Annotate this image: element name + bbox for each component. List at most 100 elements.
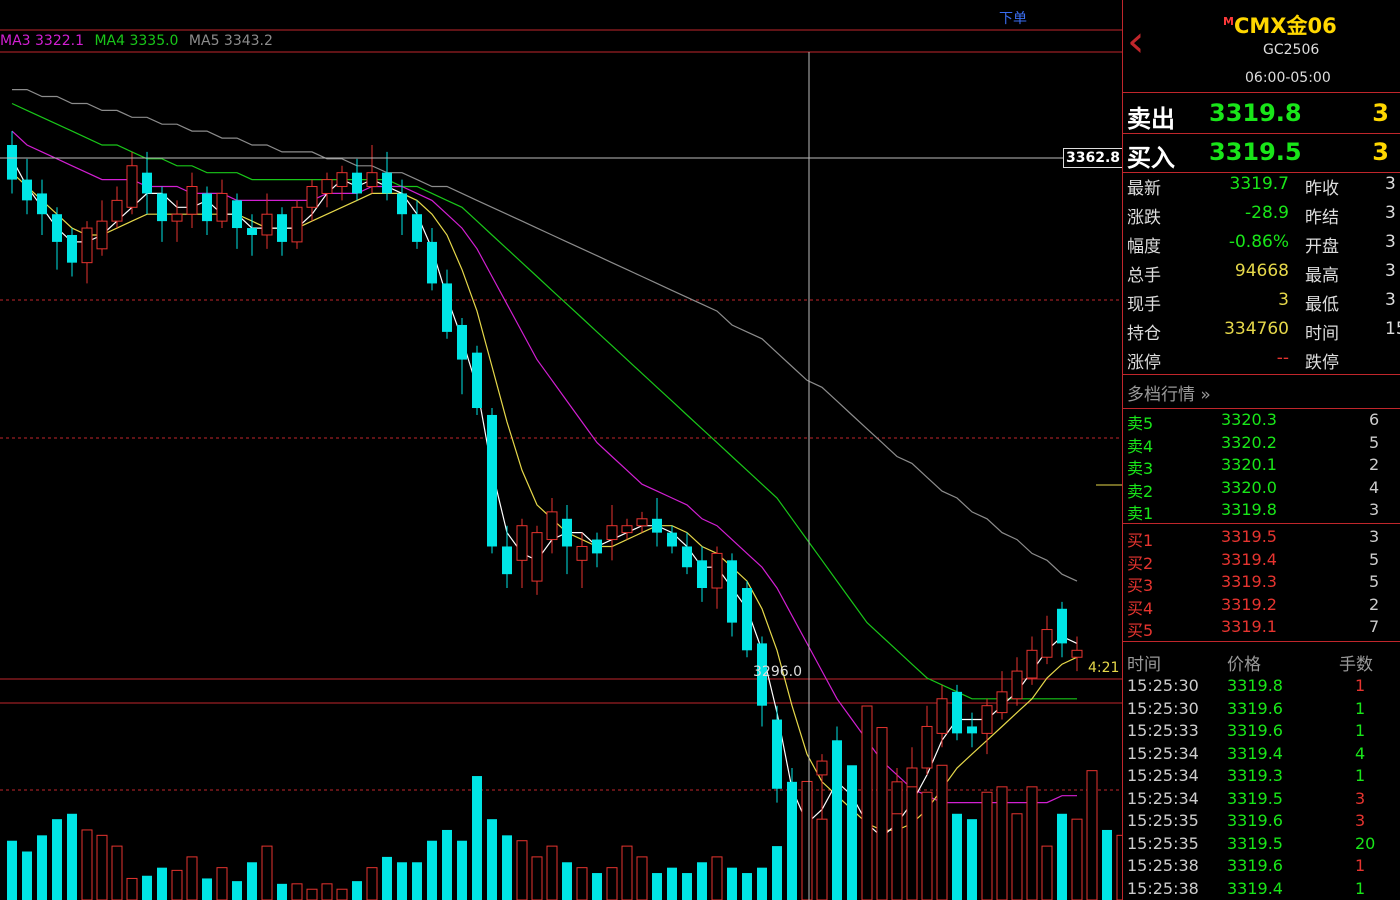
place-order-button[interactable]: 下单 [999, 8, 1027, 28]
tick-time: 15:25:30 [1127, 676, 1199, 695]
candle-body [52, 214, 62, 242]
ask-level[interactable]: 卖1 3319.8 3 [1123, 500, 1400, 523]
volume-bar [502, 835, 512, 900]
kline-chart[interactable] [0, 0, 1122, 900]
volume-bar [157, 867, 167, 900]
stat-value: 3 [1385, 203, 1396, 223]
stat-row: 持仓 334760 时间 15: [1123, 319, 1400, 347]
bid-qty: 7 [1369, 617, 1380, 636]
candle-body [1071, 649, 1083, 658]
bid-level[interactable]: 买3 3319.3 5 [1123, 572, 1400, 595]
candle-body [412, 214, 422, 242]
back-arrow-icon[interactable]: ‹ [1127, 20, 1145, 64]
stat-label: 总手 [1127, 266, 1161, 286]
stat-value: 3 [1385, 261, 1396, 281]
bid-level[interactable]: 买1 3319.5 3 [1123, 527, 1400, 550]
sell-quote-row[interactable]: 卖出 3319.8 3 [1123, 92, 1400, 134]
bid-label: 买5 [1127, 621, 1154, 640]
volume-bar [1041, 845, 1053, 900]
ask-level[interactable]: 卖5 3320.3 6 [1123, 410, 1400, 433]
bid-level[interactable]: 买5 3319.1 7 [1123, 617, 1400, 640]
ask-price: 3320.2 [1221, 432, 1277, 452]
candle-body [306, 186, 318, 208]
ask-price: 3319.8 [1221, 500, 1277, 519]
ask-qty: 5 [1369, 432, 1380, 452]
depth-toggle[interactable]: 多档行情 » [1127, 380, 1211, 405]
candle-body [996, 691, 1008, 714]
volume-bar [981, 791, 993, 900]
stat-value: 3 [1385, 174, 1396, 194]
ask-label: 卖5 [1127, 414, 1154, 433]
tick-qty: 20 [1355, 833, 1376, 853]
ask-level[interactable]: 卖3 3320.1 2 [1123, 455, 1400, 478]
tick-price: 3319.6 [1227, 856, 1283, 875]
volume-bar [936, 764, 948, 900]
stat-label: 涨停 [1127, 353, 1161, 373]
candle-body [261, 213, 273, 236]
ma-line-ma1 [11, 158, 1078, 839]
tick-qty: 3 [1355, 811, 1366, 830]
stat-label: 昨结 [1305, 208, 1339, 228]
volume-bar [727, 867, 737, 900]
ask-qty: 3 [1369, 500, 1380, 519]
chevron-down-icon: » [1200, 385, 1211, 405]
candle-body [472, 352, 482, 409]
buy-label: 买入 [1127, 144, 1175, 172]
bid-label: 买2 [1127, 553, 1154, 573]
tick-price: 3319.6 [1227, 721, 1283, 740]
volume-bar [876, 727, 888, 900]
candle-body [81, 227, 93, 264]
volume-bar [832, 797, 842, 900]
buy-quote-row[interactable]: 买入 3319.5 3 [1123, 132, 1400, 173]
tick-qty: 1 [1355, 676, 1366, 695]
volume-bar [636, 856, 648, 900]
volume-bar [772, 846, 782, 900]
candle-body [562, 518, 572, 547]
bid-level[interactable]: 买2 3319.4 5 [1123, 549, 1400, 573]
candle-body [142, 172, 152, 194]
candle-body [742, 588, 752, 651]
stat-label: 最新 [1127, 179, 1161, 199]
volume-bar [546, 845, 558, 900]
bid-price: 3319.1 [1221, 617, 1277, 636]
volume-bar [576, 867, 588, 900]
stat-row: 涨跌 -28.9 昨结 3 [1123, 203, 1400, 231]
volume-bar [487, 819, 497, 900]
candle-body [1026, 649, 1038, 679]
stat-label: 跌停 [1305, 353, 1339, 373]
bid-qty: 5 [1369, 549, 1380, 569]
stat-row: 总手 94668 最高 3 [1123, 261, 1400, 289]
volume-bar [111, 845, 123, 900]
candle-body [727, 560, 737, 623]
bid-level[interactable]: 买4 3319.2 2 [1123, 595, 1400, 618]
volume-bar [397, 862, 407, 900]
volume-bar [216, 867, 228, 900]
volume-bar [412, 862, 422, 900]
volume-bar [592, 873, 602, 900]
candle-body [921, 725, 933, 769]
ma3-legend: MA3 3322.1 [0, 33, 84, 49]
volume-bar [171, 869, 183, 900]
tick-time: 15:25:34 [1127, 743, 1199, 763]
candle-body [636, 518, 648, 527]
volume-bar [1071, 818, 1083, 900]
ask-level[interactable]: 卖4 3320.2 5 [1123, 432, 1400, 456]
stat-value: 3319.7 [1229, 174, 1289, 194]
quote-panel: ‹ MCMX金06 GC2506 06:00-05:00 卖出 3319.8 3… [1122, 0, 1400, 900]
candle-body [336, 172, 348, 188]
candle-body [427, 241, 437, 284]
candle-body [397, 193, 407, 215]
ask-level[interactable]: 卖2 3320.0 4 [1123, 478, 1400, 501]
candle-body [606, 525, 618, 541]
volume-bar [202, 878, 212, 900]
tick-price: 3319.6 [1227, 811, 1283, 830]
bid-qty: 5 [1369, 572, 1380, 591]
tick-time: 15:25:35 [1127, 833, 1199, 853]
volume-bar [952, 813, 962, 900]
volume-bar [606, 867, 618, 900]
ma-legend: MA3 3322.1 MA4 3335.0 MA5 3343.2 [0, 33, 279, 49]
kline-chart-area[interactable]: MA3 3322.1 MA4 3335.0 MA5 3343.2 下单 3362… [0, 0, 1122, 900]
candle-body [7, 144, 17, 180]
tick-row: 15:25:38 3319.4 1 [1123, 879, 1400, 900]
candle-body [126, 165, 138, 208]
